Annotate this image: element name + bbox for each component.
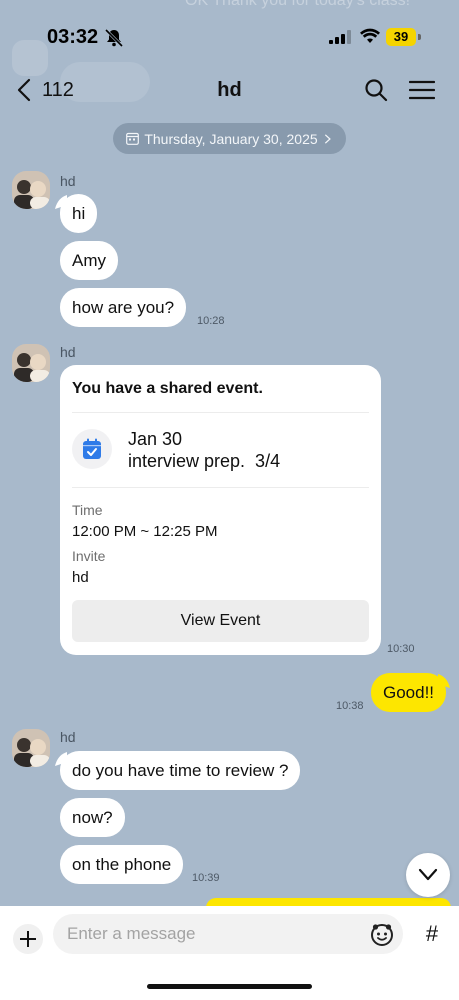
chevron-right-icon [324, 133, 331, 144]
bell-off-icon [104, 28, 124, 48]
message-bubble[interactable]: hi [60, 194, 98, 233]
date-divider-label: Thursday, January 30, 2025 [144, 130, 318, 147]
message-bubble[interactable]: on the phone [60, 845, 184, 884]
calendar-icon [126, 132, 140, 145]
background-ghost-text: OK Thank you for today's class! [185, 0, 411, 9]
message-bubble[interactable]: Amy [60, 241, 118, 280]
avatar-photo-icon [12, 344, 50, 382]
message-time: 10:28 [197, 315, 225, 327]
date-divider[interactable]: Thursday, January 30, 2025 [113, 123, 346, 154]
partial-my-message-bubble [206, 898, 451, 906]
avatar[interactable] [12, 344, 50, 382]
my-message-bubble[interactable]: Good!! [371, 673, 447, 712]
background-ghost-avatar [12, 40, 48, 76]
message-time: 10:39 [192, 872, 220, 884]
message-bubble[interactable]: how are you? [60, 288, 187, 327]
message-input[interactable] [53, 914, 403, 954]
bubble-tail [438, 674, 450, 688]
attach-plus-button[interactable] [13, 924, 43, 954]
battery-icon: 39 [386, 28, 416, 46]
divider [72, 487, 369, 488]
calendar-check-icon [83, 438, 101, 459]
event-name: interview prep. 3/4 [128, 451, 281, 471]
emoji-icon[interactable] [370, 922, 394, 946]
event-card-heading: You have a shared event. [72, 380, 263, 397]
event-date: Jan 30 [128, 429, 183, 449]
chat-title: hd [217, 79, 242, 101]
avatar[interactable] [12, 171, 50, 209]
event-time-value: 12:00 PM ~ 12:25 PM [72, 523, 218, 540]
avatar[interactable] [12, 729, 50, 767]
chevron-down-icon [418, 868, 438, 881]
hashtag-icon[interactable]: # [418, 920, 446, 948]
avatar-photo-icon [12, 171, 50, 209]
event-icon-container [72, 429, 112, 469]
wifi-icon [360, 28, 380, 43]
cellular-signal-icon [329, 30, 351, 44]
chat-background: OK Thank you for today's class! 03:32 39… [0, 0, 459, 906]
event-time-label: Time [72, 502, 103, 518]
sender-name: hd [60, 344, 76, 360]
status-time: 03:32 [47, 26, 99, 48]
battery-cap [418, 34, 421, 40]
sender-name: hd [60, 729, 76, 745]
event-invite-label: Invite [72, 548, 106, 564]
event-invite-value: hd [72, 569, 89, 586]
menu-icon[interactable] [409, 80, 435, 100]
scroll-to-bottom-button[interactable] [406, 853, 450, 897]
plus-icon [20, 931, 36, 947]
home-indicator [147, 984, 312, 989]
search-icon[interactable] [364, 78, 388, 102]
message-input-bar: # [0, 906, 459, 1000]
avatar-photo-icon [12, 729, 50, 767]
message-time: 10:38 [336, 700, 364, 712]
divider [72, 412, 369, 413]
message-bubble[interactable]: do you have time to review ? [60, 751, 301, 790]
message-time: 10:30 [387, 643, 415, 655]
view-event-button[interactable]: View Event [72, 600, 369, 642]
sender-name: hd [60, 173, 76, 189]
message-bubble[interactable]: now? [60, 798, 125, 837]
shared-event-card[interactable]: You have a shared event. Jan 30 intervie… [60, 365, 381, 655]
